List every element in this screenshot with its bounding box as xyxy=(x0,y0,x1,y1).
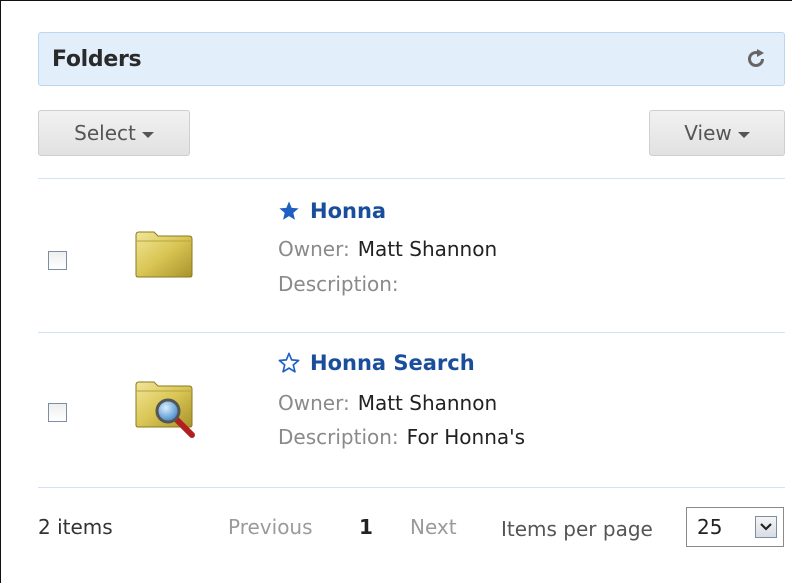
refresh-icon[interactable] xyxy=(744,47,768,71)
item-description: Description: For Honna's xyxy=(278,425,525,449)
row-checkbox[interactable] xyxy=(48,403,67,422)
chevron-down-icon xyxy=(737,131,750,138)
view-button[interactable]: View xyxy=(649,110,785,156)
owner-value: Matt Shannon xyxy=(357,237,498,261)
items-per-page-value: 25 xyxy=(697,515,723,539)
pagination-footer: 2 items Previous 1 Next Items per page 2… xyxy=(38,507,785,551)
search-folder-icon[interactable] xyxy=(134,379,195,438)
list-item: Honna Owner: Matt Shannon Description: xyxy=(38,179,785,333)
panel-header: Folders xyxy=(38,32,785,86)
folder-icon[interactable] xyxy=(134,229,194,279)
chevron-down-icon[interactable] xyxy=(755,516,777,538)
owner-label: Owner: xyxy=(278,237,350,261)
select-button-label: Select xyxy=(74,121,136,145)
next-link[interactable]: Next xyxy=(410,515,457,539)
items-per-page-label: Items per page xyxy=(501,517,653,541)
owner-label: Owner: xyxy=(278,391,350,415)
view-button-label: View xyxy=(684,121,732,145)
list-item: Honna Search Owner: Matt Shannon Descript… xyxy=(38,333,785,487)
row-checkbox[interactable] xyxy=(48,251,67,270)
item-owner: Owner: Matt Shannon xyxy=(278,391,497,415)
description-label: Description: xyxy=(278,425,399,449)
items-per-page-select[interactable]: 25 xyxy=(686,507,784,547)
item-title-link[interactable]: Honna xyxy=(278,199,386,223)
star-outline-icon[interactable] xyxy=(278,352,300,374)
item-name: Honna Search xyxy=(310,351,475,375)
select-button[interactable]: Select xyxy=(38,110,190,156)
previous-link[interactable]: Previous xyxy=(228,515,313,539)
item-name: Honna xyxy=(310,199,387,223)
divider xyxy=(38,487,785,488)
description-label: Description: xyxy=(278,272,399,296)
item-title-link[interactable]: Honna Search xyxy=(278,351,475,375)
owner-value: Matt Shannon xyxy=(357,391,498,415)
item-owner: Owner: Matt Shannon xyxy=(278,237,497,261)
panel-title: Folders xyxy=(52,46,142,72)
item-count: 2 items xyxy=(38,515,113,539)
chevron-down-icon xyxy=(141,131,154,138)
page-number[interactable]: 1 xyxy=(359,515,373,539)
description-value: For Honna's xyxy=(406,425,526,449)
star-filled-icon[interactable] xyxy=(278,200,300,222)
item-description: Description: xyxy=(278,272,407,296)
